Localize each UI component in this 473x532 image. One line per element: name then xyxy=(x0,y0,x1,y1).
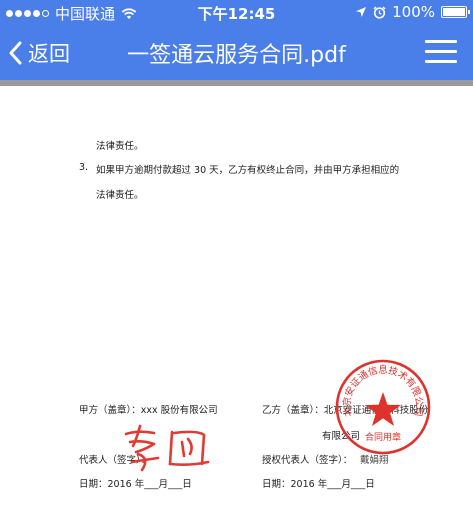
alarm-icon xyxy=(373,5,386,19)
star-icon xyxy=(365,392,401,426)
pdf-document-page[interactable]: 法律责任。 3. 如果甲方逾期付款超过 30 天，乙方有权终止合同，并由甲方承担… xyxy=(0,86,473,532)
page-title: 一签通云服务合同.pdf xyxy=(127,43,346,68)
battery-icon xyxy=(441,6,470,18)
party-a-label: 甲方（盖章）：xxx 股份有限公司 xyxy=(79,405,218,416)
location-arrow-icon xyxy=(356,7,367,17)
clause-number: 3. xyxy=(79,162,89,173)
handwritten-signature xyxy=(124,424,210,472)
status-right: 100% xyxy=(355,3,470,21)
company-seal: 北京安证通信息技术有限公司 合同用章 xyxy=(335,359,431,455)
status-bar: 中国联通 下午12:45 100% xyxy=(0,0,473,24)
seal-subtext: 合同用章 xyxy=(365,431,401,443)
liability-text-1: 法律责任。 xyxy=(96,141,144,152)
battery-percent: 100% xyxy=(392,3,435,21)
date-a-label: 日期：2016 年___月___日 xyxy=(79,479,192,490)
menu-icon[interactable] xyxy=(425,40,457,64)
clause-text: 如果甲方逾期付款超过 30 天，乙方有权终止合同，并由甲方承担相应的 xyxy=(96,165,400,176)
liability-text-2: 法律责任。 xyxy=(96,190,144,201)
date-b-label: 日期：2016 年___月___日 xyxy=(262,479,375,490)
nav-bar: 返回 一签通云服务合同.pdf xyxy=(0,24,473,80)
